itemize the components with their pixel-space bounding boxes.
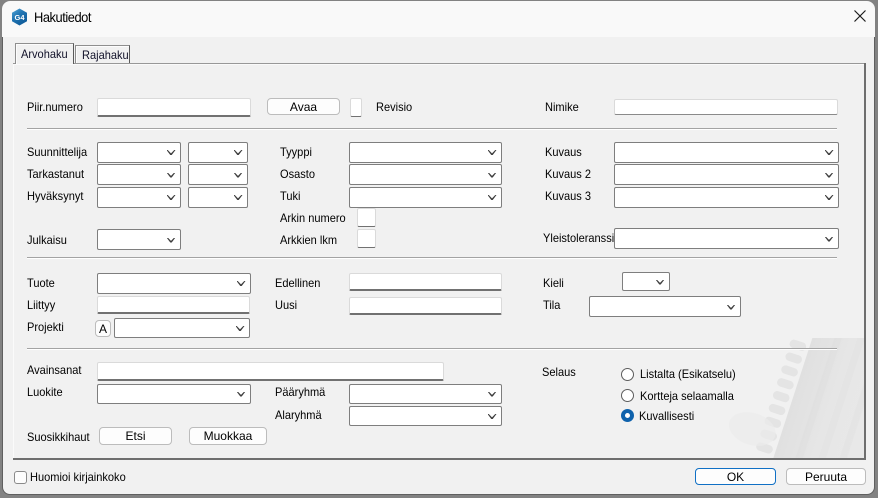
svg-text:G4: G4 — [14, 13, 25, 22]
